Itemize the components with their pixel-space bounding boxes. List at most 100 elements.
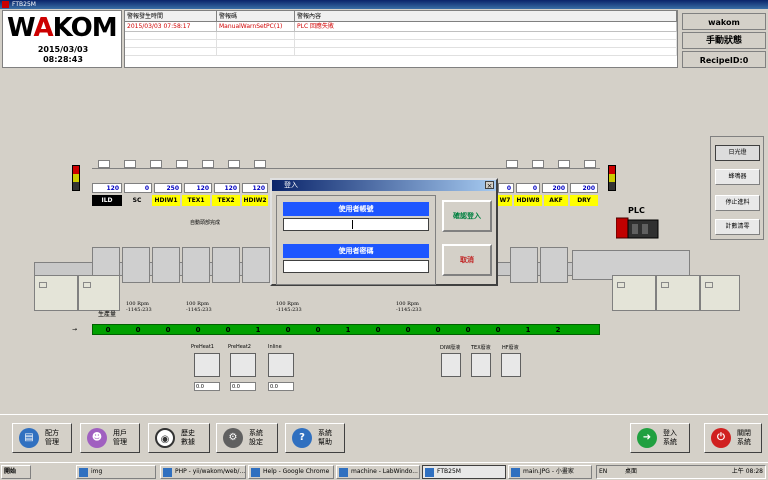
language-indicator[interactable]: EN <box>599 466 607 478</box>
heater-box <box>230 353 256 377</box>
label-line: 用戶 <box>113 429 127 437</box>
label-line: 配方 <box>45 429 59 437</box>
close-icon[interactable]: × <box>485 181 494 190</box>
text-cursor <box>352 220 353 229</box>
light-button[interactable]: 日光燈 <box>715 145 760 161</box>
value-box: 200 <box>570 183 598 193</box>
cancel-button[interactable]: 取消 <box>442 244 492 276</box>
counter-cell: 0 <box>435 326 441 334</box>
zone-tex1: TEX1 <box>182 195 210 206</box>
password-label: 使用者密碼 <box>283 244 429 258</box>
heater-value: 0.0 <box>268 382 294 391</box>
cabinet <box>700 275 740 311</box>
counter-cell: 0 <box>375 326 381 334</box>
chrome-icon <box>163 468 172 477</box>
system-help-button[interactable]: ? 系統 幫助 <box>285 423 345 453</box>
window-title-bar: FTB25M <box>0 0 768 9</box>
labwindows-icon <box>339 468 348 477</box>
taskbar-item-label: machine - LabWindo... <box>351 468 418 475</box>
label-line: 登入 <box>663 429 677 437</box>
cabinet <box>78 275 120 311</box>
book-icon: ▤ <box>19 428 39 448</box>
password-input[interactable] <box>283 260 429 273</box>
zone-dry: DRY <box>570 195 598 206</box>
zone-hdiw8: HDIW8 <box>514 195 542 206</box>
account-input[interactable] <box>283 218 429 231</box>
label-line: 系統 <box>249 429 263 437</box>
label-line: 系統 <box>663 438 677 446</box>
button-label: 歷史 數據 <box>181 429 201 447</box>
counter-cell: 2 <box>555 326 561 334</box>
value-box: 120 <box>242 183 268 193</box>
taskbar-item-active[interactable]: FTB25M <box>422 465 506 479</box>
heater-value: 0.0 <box>230 382 256 391</box>
paint-icon <box>511 468 520 477</box>
alarm-empty-row <box>125 40 677 48</box>
cell <box>295 40 677 47</box>
login-system-button[interactable]: ➜ 登入 系統 <box>630 423 690 453</box>
nozzle <box>532 160 544 168</box>
signal-tower-right <box>608 165 616 191</box>
value-box: 0 <box>516 183 540 193</box>
taskbar-item[interactable]: machine - LabWindo... <box>336 465 420 479</box>
zone-tex2: TEX2 <box>212 195 240 206</box>
counter-cell: 1 <box>255 326 261 334</box>
nozzle <box>176 160 188 168</box>
tray-clock: 上午 08:28 <box>731 468 763 475</box>
heater-box <box>194 353 220 377</box>
label-line: 系統 <box>318 429 332 437</box>
alarm-empty-row <box>125 48 677 56</box>
value-box: 0 <box>124 183 152 193</box>
disc-icon: ◉ <box>155 428 175 448</box>
zone-ild: ILD <box>92 195 122 206</box>
rpm-sub: -1145:233 <box>126 307 152 313</box>
value-box: 250 <box>154 183 182 193</box>
taskbar-item[interactable]: img <box>76 465 156 479</box>
history-data-button[interactable]: ◉ 歷史 數據 <box>148 423 210 453</box>
taskbar-item-label: img <box>91 468 103 475</box>
alarm-table: 警報發生時間 警報碼 警報內容 2015/03/03 07:58:17 Manu… <box>124 10 678 68</box>
rpm-readout: 100 Rpm -1145:233 <box>276 301 302 313</box>
value-box: 120 <box>214 183 240 193</box>
stop-feed-button[interactable]: 停止進料 <box>715 195 760 211</box>
desktop-toolbar[interactable]: 桌面 <box>625 466 637 478</box>
reset-count-button[interactable]: 計數清零 <box>715 219 760 235</box>
dialog-title: 登入 <box>284 181 298 189</box>
alarm-col-time: 警報發生時間 <box>125 11 217 21</box>
label-line: 關閉 <box>737 429 751 437</box>
cell <box>295 32 677 39</box>
nozzle <box>506 160 518 168</box>
taskbar-item-label: PHP - yii/wakom/web/... <box>175 468 246 475</box>
start-button[interactable]: 開始 <box>1 465 31 479</box>
system-settings-button[interactable]: ⚙ 系統 設定 <box>216 423 278 453</box>
alarm-col-content: 警報內容 <box>295 11 677 21</box>
buzzer-button[interactable]: 蜂鳴器 <box>715 169 760 185</box>
alarm-row[interactable]: 2015/03/03 07:58:17 ManualWarnSetPC(1) P… <box>125 22 677 32</box>
counter-cell: 0 <box>195 326 201 334</box>
alarm-header: 警報發生時間 警報碼 警報內容 <box>125 11 677 22</box>
button-label: 配方 管理 <box>45 429 65 447</box>
recipe-management-button[interactable]: ▤ 配方 管理 <box>12 423 72 453</box>
label-line: 幫助 <box>318 438 332 446</box>
alarm-content: PLC 回應失敗 <box>295 22 677 31</box>
counter-bar: 0 0 0 0 0 1 0 0 1 0 0 0 0 0 1 2 <box>92 324 600 335</box>
taskbar-item[interactable]: PHP - yii/wakom/web/... <box>160 465 246 479</box>
button-label: 系統 設定 <box>249 429 269 447</box>
tank <box>122 247 150 283</box>
tank <box>182 247 210 283</box>
button-label: 用戶 管理 <box>113 429 133 447</box>
taskbar-item-label: Help - Google Chrome <box>263 468 330 475</box>
help-icon: ? <box>292 428 312 448</box>
folder-icon <box>79 468 88 477</box>
waste-tank-box <box>501 353 521 377</box>
label-line: 管理 <box>45 438 59 446</box>
taskbar-item[interactable]: main.JPG - 小畫家 <box>508 465 592 479</box>
confirm-login-button[interactable]: 確認登入 <box>442 200 492 232</box>
close-system-button[interactable]: ⏻ 關閉 系統 <box>704 423 762 453</box>
user-management-button[interactable]: ☻ 用戶 管理 <box>80 423 140 453</box>
label-line: 數據 <box>181 438 195 446</box>
taskbar-item[interactable]: Help - Google Chrome <box>248 465 334 479</box>
counter-cell: 0 <box>105 326 111 334</box>
user-name-box: wakom <box>682 13 766 30</box>
app-icon <box>2 1 9 8</box>
